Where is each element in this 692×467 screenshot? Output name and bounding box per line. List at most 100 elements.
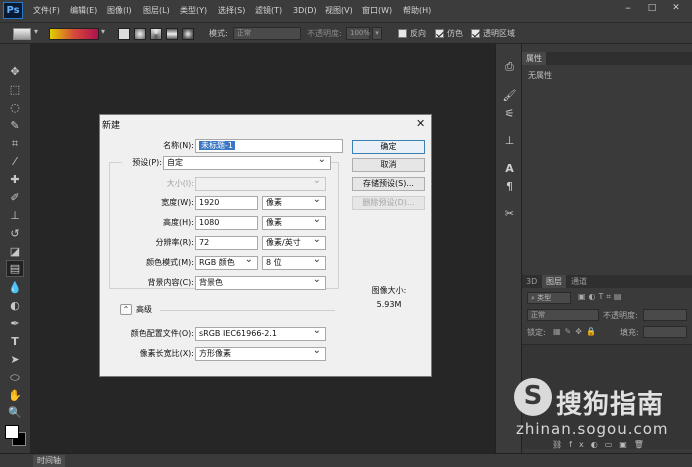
height-label: 高度(H): <box>163 218 194 227</box>
clone-stamp-tool-icon[interactable]: ⊥ <box>6 208 24 223</box>
transparency-checkbox[interactable] <box>471 29 480 38</box>
menu-select[interactable]: 选择(S) <box>218 4 245 18</box>
close-icon[interactable]: ✕ <box>667 0 685 16</box>
gradient-tool-icon[interactable]: ▤ <box>6 260 24 277</box>
healing-brush-tool-icon[interactable]: ✚ <box>6 172 24 187</box>
linear-gradient-icon[interactable] <box>118 28 130 40</box>
background-contents-select[interactable]: 背景色 <box>195 276 326 290</box>
ellipse-tool-icon[interactable]: ⬭ <box>6 370 24 385</box>
opacity-input[interactable]: 100% <box>346 27 370 40</box>
tab-timeline[interactable]: 时间轴 <box>33 455 65 467</box>
type-tool-icon[interactable]: T <box>6 334 24 349</box>
resolution-input[interactable]: 72 <box>195 236 258 250</box>
height-input[interactable]: 1080 <box>195 216 258 230</box>
layer-actions-bar[interactable]: ⛓fx◐▭▣🗑 <box>552 440 651 449</box>
properties-tabbar: 属性 <box>522 52 692 65</box>
blend-mode-select[interactable]: 正常 <box>527 309 599 321</box>
brush-panel-icon[interactable]: 🖌 <box>502 88 517 103</box>
save-preset-button[interactable]: 存储预设(S)... <box>352 177 425 191</box>
gradient-picker[interactable] <box>49 28 99 40</box>
bit-depth-select[interactable]: 8 位 <box>262 256 326 270</box>
tab-3d[interactable]: 3D <box>522 275 541 288</box>
menu-image[interactable]: 图像(I) <box>107 4 132 18</box>
preset-select[interactable]: 自定 <box>163 156 331 170</box>
tab-layers[interactable]: 图层 <box>542 275 566 288</box>
reflected-gradient-icon[interactable] <box>166 28 178 40</box>
background-contents-label: 背景内容(C): <box>147 278 194 287</box>
dither-checkbox[interactable] <box>435 29 444 38</box>
maximize-icon[interactable]: □ <box>643 0 661 16</box>
reverse-checkbox[interactable] <box>398 29 407 38</box>
dialog-close-icon[interactable]: ✕ <box>416 117 425 130</box>
menu-window[interactable]: 窗口(W) <box>362 4 392 18</box>
menu-layer[interactable]: 图层(L) <box>143 4 170 18</box>
sogou-logo <box>514 378 552 416</box>
cancel-button[interactable]: 取消 <box>352 158 425 172</box>
resolution-unit-select[interactable]: 像素/英寸 <box>262 236 326 250</box>
crop-tool-icon[interactable]: ⌗ <box>6 136 24 151</box>
menu-3d[interactable]: 3D(D) <box>293 4 317 18</box>
advanced-label: 高级 <box>136 305 152 314</box>
history-brush-tool-icon[interactable]: ↺ <box>6 226 24 241</box>
layer-opacity-input[interactable] <box>643 309 687 321</box>
eyedropper-tool-icon[interactable]: ⁄ <box>6 154 24 169</box>
foreground-color-swatch[interactable] <box>5 425 19 439</box>
tab-channels[interactable]: 通道 <box>567 275 591 288</box>
paragraph-panel-icon[interactable]: ¶ <box>502 179 517 194</box>
path-selection-tool-icon[interactable]: ➤ <box>6 352 24 367</box>
diamond-gradient-icon[interactable] <box>182 28 194 40</box>
layers-tabbar: 3D 图层 通道 <box>522 275 692 288</box>
menu-edit[interactable]: 编辑(E) <box>70 4 97 18</box>
angle-gradient-icon[interactable] <box>150 28 162 40</box>
radial-gradient-icon[interactable] <box>134 28 146 40</box>
quick-select-tool-icon[interactable]: ✎ <box>6 118 24 133</box>
blur-tool-icon[interactable]: 💧 <box>6 280 24 295</box>
width-input[interactable]: 1920 <box>195 196 258 210</box>
pixel-aspect-label: 像素长宽比(X): <box>139 349 194 358</box>
zoom-tool-icon[interactable]: 🔍 <box>6 405 24 420</box>
lasso-tool-icon[interactable]: ◌ <box>6 100 24 115</box>
mode-select[interactable]: 正常 <box>233 27 301 40</box>
tool-presets-icon[interactable]: ✂ <box>502 206 517 221</box>
layer-filter-icons[interactable]: ▣◐T⌗▤ <box>578 292 625 302</box>
dither-label: 仿色 <box>447 29 463 38</box>
pixel-aspect-select[interactable]: 方形像素 <box>195 347 326 361</box>
fill-input[interactable] <box>643 326 687 338</box>
layer-kind-filter[interactable]: ⌕ 类型 <box>527 292 571 304</box>
ok-button[interactable]: 确定 <box>352 140 425 154</box>
history-panel-icon[interactable]: ⎙ <box>502 59 517 74</box>
menu-file[interactable]: 文件(F) <box>33 4 60 18</box>
chevron-down-icon[interactable]: ▾ <box>34 27 38 36</box>
menu-view[interactable]: 视图(V) <box>325 4 353 18</box>
marquee-tool-icon[interactable]: ⬚ <box>6 82 24 97</box>
name-input[interactable]: 未标题-1 <box>195 139 343 153</box>
color-mode-label: 颜色模式(M): <box>146 258 194 267</box>
menu-help[interactable]: 帮助(H) <box>403 4 431 18</box>
gradient-dropdown-icon[interactable]: ▾ <box>101 27 105 36</box>
lock-icons[interactable]: ▦✎✥🔒 <box>553 327 600 336</box>
tab-properties[interactable]: 属性 <box>522 52 546 65</box>
menu-filter[interactable]: 滤镜(T) <box>255 4 282 18</box>
menu-bar: Ps 文件(F) 编辑(E) 图像(I) 图层(L) 类型(Y) 选择(S) 滤… <box>0 0 692 22</box>
width-unit-select[interactable]: 像素 <box>262 196 326 210</box>
character-panel-icon[interactable]: A <box>502 161 517 176</box>
color-profile-select[interactable]: sRGB IEC61966-2.1 <box>195 327 326 341</box>
opacity-dropdown-icon[interactable]: ▾ <box>372 27 382 40</box>
brush-tool-icon[interactable]: ✐ <box>6 190 24 205</box>
menu-type[interactable]: 类型(Y) <box>180 4 207 18</box>
clone-source-icon[interactable]: ⊥ <box>502 133 517 148</box>
minimize-icon[interactable]: – <box>619 0 637 16</box>
properties-empty-text: 无属性 <box>528 71 552 80</box>
dialog-title: 新建 <box>102 121 121 131</box>
hand-tool-icon[interactable]: ✋ <box>6 388 24 403</box>
watermark-url: zhinan.sogou.com <box>516 420 669 438</box>
adjustments-panel-icon[interactable]: ⚟ <box>502 106 517 121</box>
dodge-tool-icon[interactable]: ◐ <box>6 298 24 313</box>
advanced-toggle-icon[interactable]: ⌃ <box>120 304 132 315</box>
height-unit-select[interactable]: 像素 <box>262 216 326 230</box>
color-mode-select[interactable]: RGB 颜色 <box>195 256 258 270</box>
gradient-tool-preset-icon[interactable] <box>13 28 31 40</box>
move-tool-icon[interactable]: ✥ <box>6 64 24 79</box>
eraser-tool-icon[interactable]: ◪ <box>6 244 24 259</box>
pen-tool-icon[interactable]: ✒ <box>6 316 24 331</box>
